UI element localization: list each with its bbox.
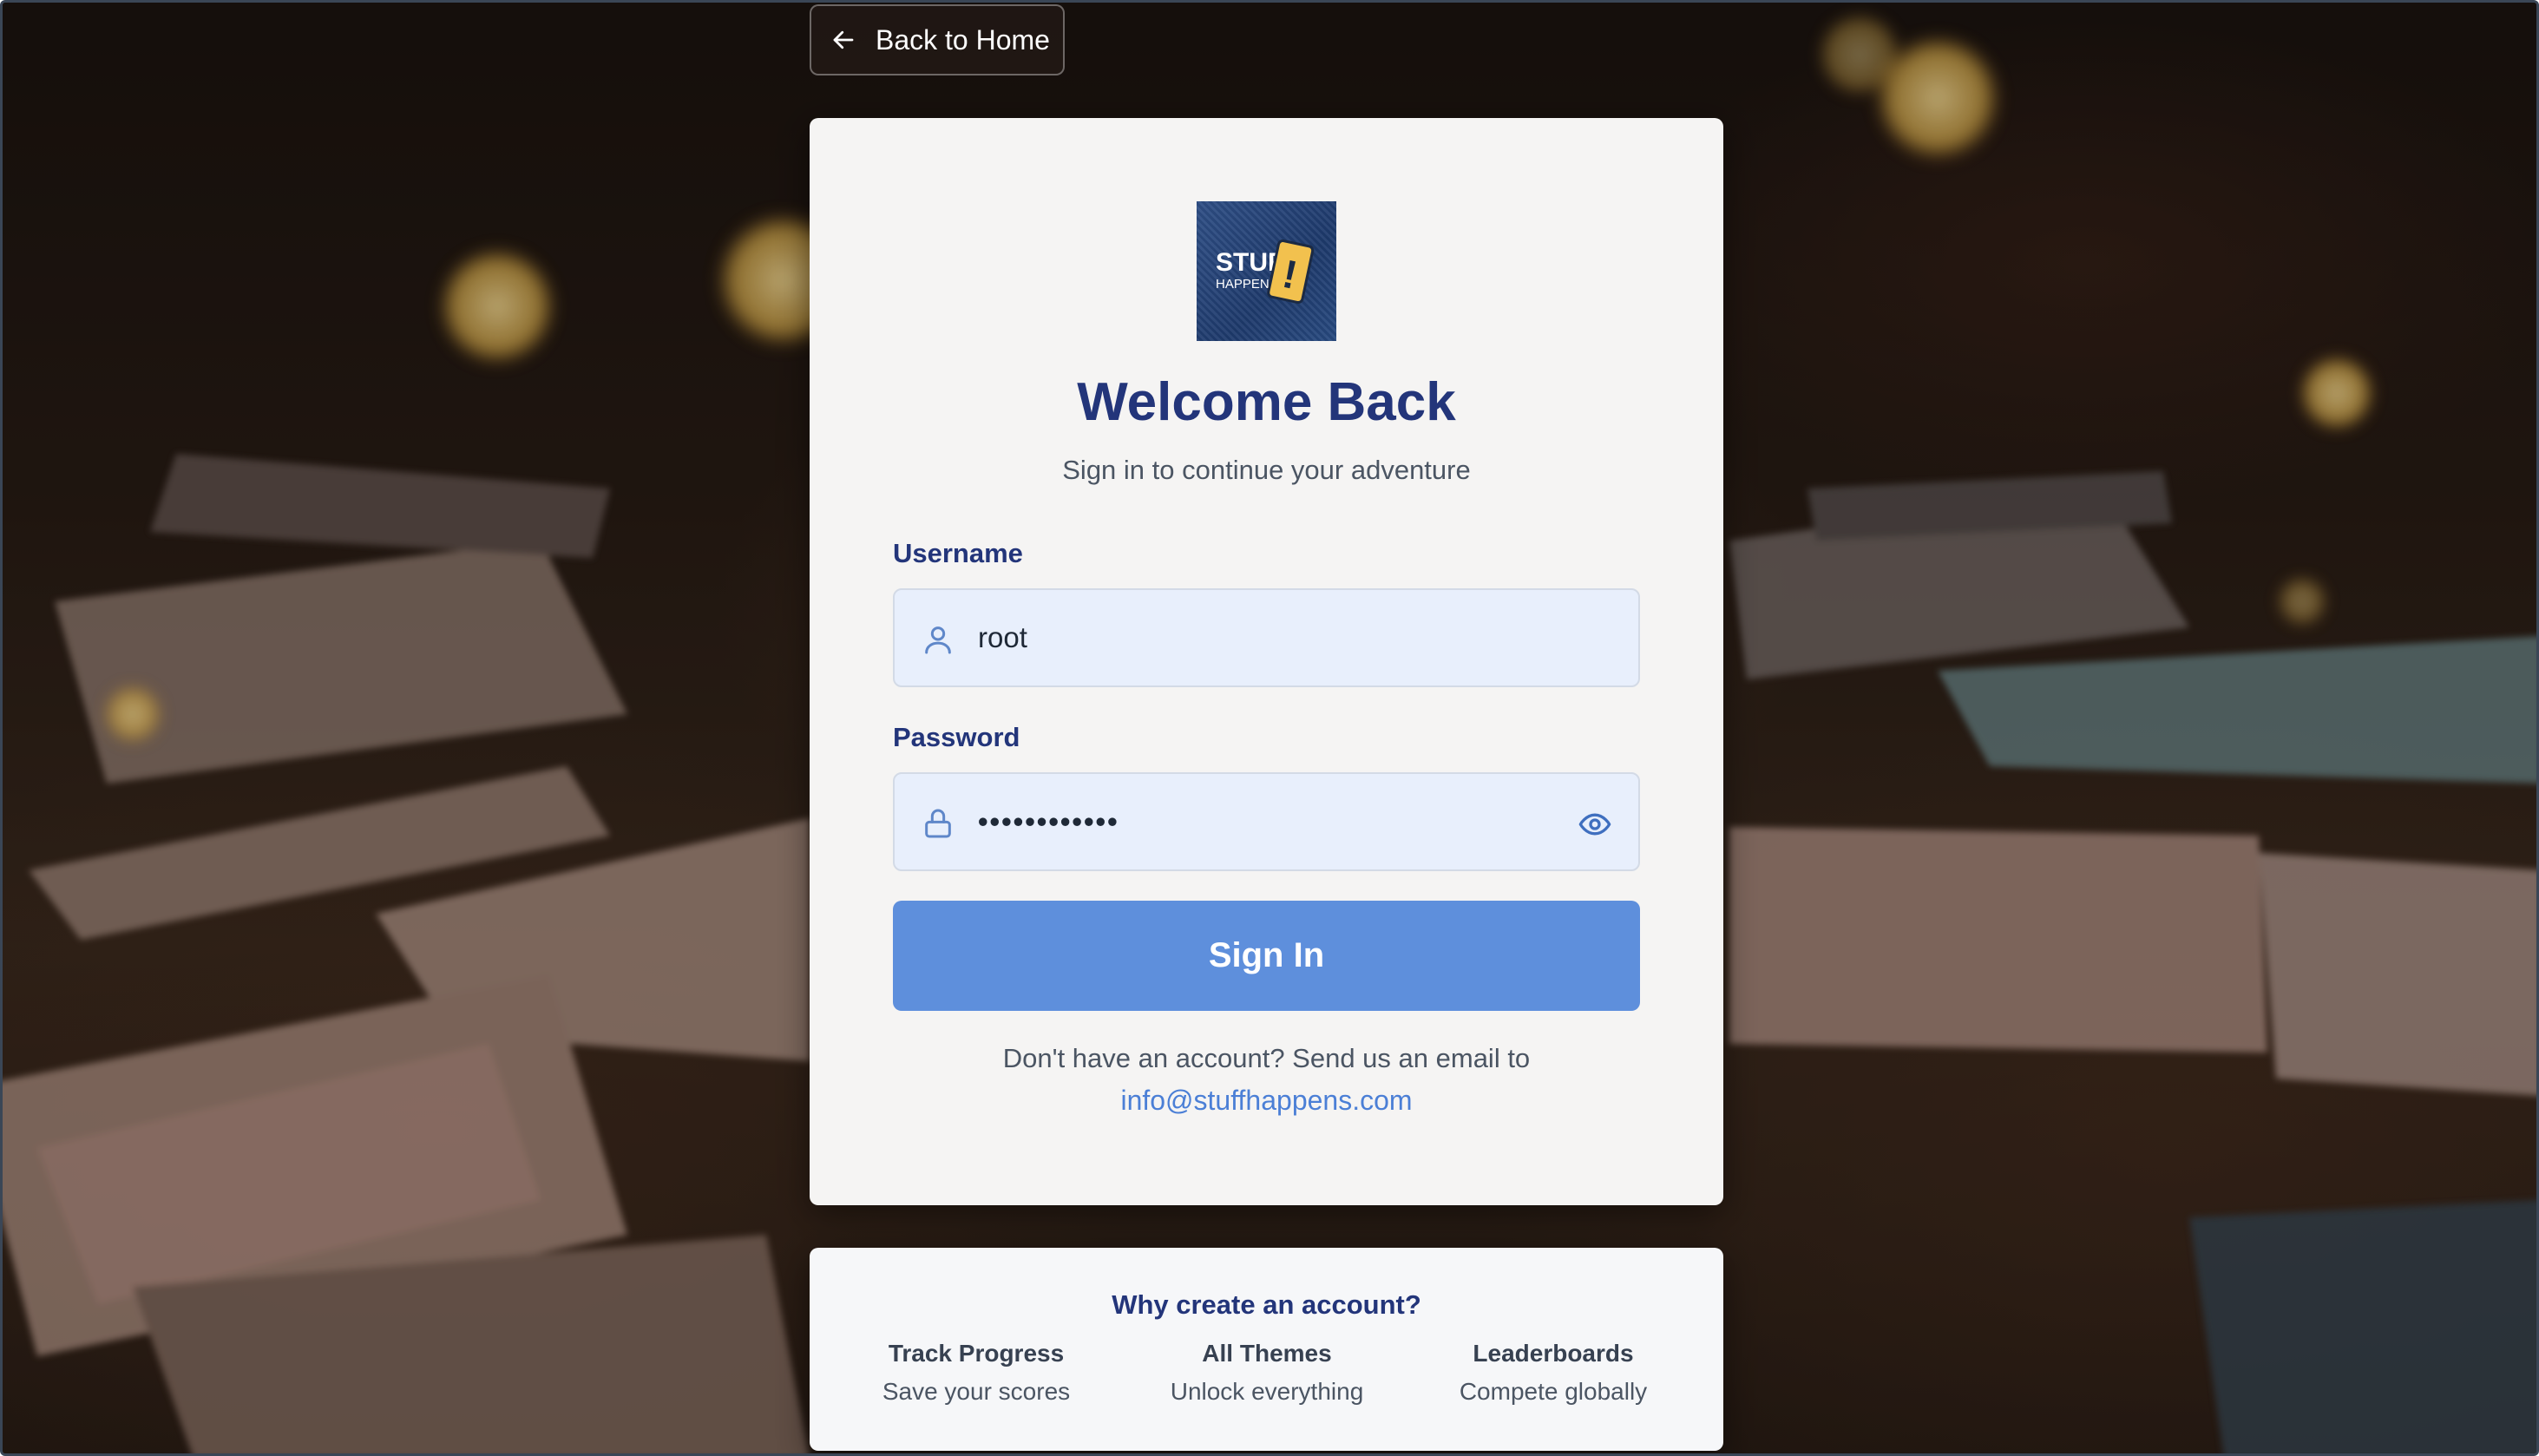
username-field[interactable]: root — [893, 588, 1640, 687]
username-value: root — [978, 621, 1027, 653]
eye-icon[interactable] — [1578, 807, 1612, 842]
arrow-left-icon — [830, 27, 856, 53]
benefits-card: Why create an account? Track Progress Sa… — [810, 1248, 1723, 1451]
benefit-item: Leaderboards Compete globally — [1410, 1340, 1696, 1406]
lock-icon — [921, 806, 955, 841]
stuff-happens-logo: STUFF HAPPENS ! — [1197, 201, 1336, 341]
benefits-title: Why create an account? — [1112, 1289, 1421, 1320]
user-icon — [921, 622, 955, 657]
username-label: Username — [893, 538, 1023, 568]
login-card: STUFF HAPPENS ! Welcome Back Sign in to … — [810, 118, 1723, 1205]
signup-prompt: Don't have an account? Send us an email … — [1002, 1043, 1531, 1073]
page-subtitle: Sign in to continue your adventure — [1062, 455, 1471, 485]
contact-email-link[interactable]: info@stuffhappens.com — [810, 1085, 1723, 1117]
benefit-name: All Themes — [1202, 1340, 1332, 1367]
benefit-name: Leaderboards — [1473, 1340, 1634, 1367]
password-field[interactable]: •••••••••••• — [893, 772, 1640, 871]
back-to-home-label: Back to Home — [876, 23, 1050, 56]
benefit-desc: Save your scores — [882, 1378, 1071, 1405]
password-label: Password — [893, 722, 1020, 752]
sign-in-button[interactable]: Sign In — [893, 901, 1640, 1011]
login-page: Back to Home STUFF HAPPENS ! Welcome Bac… — [0, 0, 2539, 1456]
benefit-desc: Unlock everything — [1170, 1378, 1364, 1405]
benefit-name: Track Progress — [888, 1340, 1065, 1367]
benefit-item: Track Progress Save your scores — [833, 1340, 1119, 1406]
benefit-desc: Compete globally — [1459, 1378, 1648, 1405]
benefit-item: All Themes Unlock everything — [1124, 1340, 1410, 1406]
back-to-home-button[interactable]: Back to Home — [810, 4, 1065, 75]
password-value: •••••••••••• — [978, 805, 1119, 837]
page-title: Welcome Back — [1077, 372, 1456, 432]
